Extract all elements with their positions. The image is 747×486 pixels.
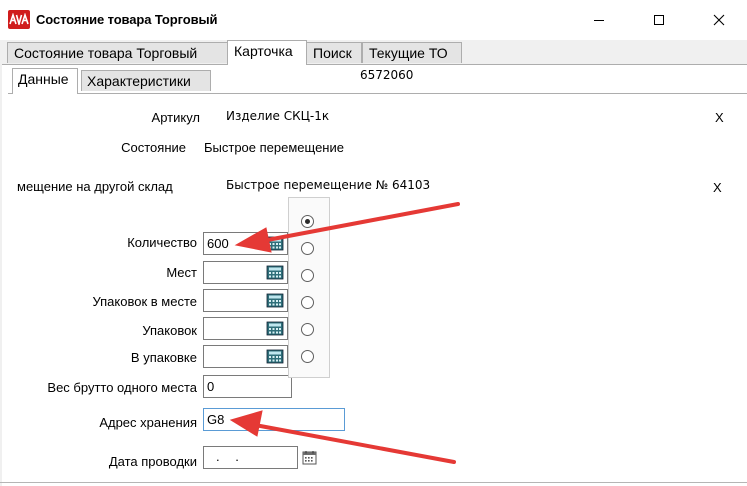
radio-option-3[interactable] <box>301 269 314 282</box>
radio-option-4[interactable] <box>301 296 314 309</box>
storage-address-value: G8 <box>207 412 225 427</box>
gross-weight-label: Вес брутто одного места <box>47 380 197 395</box>
calculator-icon[interactable] <box>266 293 284 308</box>
maximize-button[interactable] <box>636 0 682 40</box>
in-pack-field[interactable] <box>203 345 288 368</box>
radio-option-1[interactable] <box>301 215 314 228</box>
storage-address-field[interactable]: G8 <box>203 408 345 431</box>
minimize-button[interactable] <box>576 0 622 40</box>
gross-weight-value: 0 <box>207 379 215 394</box>
radio-option-5[interactable] <box>301 323 314 336</box>
posting-date-label: Дата проводки <box>108 454 197 469</box>
quantity-label: Количество <box>127 235 197 250</box>
calculator-icon[interactable] <box>266 265 284 280</box>
article-value: Изделие СКЦ-1к <box>226 109 330 123</box>
product-code: 6572060 <box>357 68 432 92</box>
subtab-data[interactable]: Данные <box>12 68 78 94</box>
app-logo-icon <box>8 10 30 29</box>
article-label: Артикул <box>151 110 200 125</box>
close-icon <box>713 14 725 26</box>
title-bar: Состояние товара Торговый <box>0 0 747 40</box>
subtab-divider <box>8 93 747 94</box>
close-button[interactable] <box>696 0 742 40</box>
window-title: Состояние товара Торговый <box>36 12 218 27</box>
storage-address-label: Адрес хранения <box>99 415 197 430</box>
places-label: Мест <box>166 265 197 280</box>
move-to-warehouse-label: мещение на другой склад <box>17 179 173 194</box>
tab-current-to[interactable]: Текущие ТО <box>362 42 462 63</box>
posting-date-field[interactable]: . . <box>203 446 298 469</box>
calculator-icon[interactable] <box>266 236 284 251</box>
article-clear-button[interactable]: X <box>715 110 724 125</box>
radio-option-6[interactable] <box>301 350 314 363</box>
calendar-icon[interactable] <box>302 450 317 465</box>
bottom-divider <box>0 482 747 483</box>
quantity-value: 600 <box>207 236 229 251</box>
radio-group <box>288 197 330 378</box>
tab-product-state[interactable]: Состояние товара Торговый <box>7 42 228 63</box>
packs-field[interactable] <box>203 317 288 340</box>
calculator-icon[interactable] <box>266 321 284 336</box>
quantity-field[interactable]: 600 <box>203 232 288 255</box>
packs-in-place-label: Упаковок в месте <box>92 294 197 309</box>
move-to-warehouse-value: Быстрое перемещение № 64103 <box>226 178 431 192</box>
packs-label: Упаковок <box>142 323 197 338</box>
tab-search[interactable]: Поиск <box>306 42 362 63</box>
tab-card[interactable]: Карточка <box>227 40 307 65</box>
minimize-icon <box>594 20 604 21</box>
in-pack-label: В упаковке <box>130 350 197 365</box>
move-clear-button[interactable]: X <box>713 180 722 195</box>
state-value: Быстрое перемещение <box>204 140 344 155</box>
main-tab-row: Состояние товара Торговый Карточка Поиск… <box>0 40 747 65</box>
subtab-characteristics[interactable]: Характеристики <box>81 70 211 91</box>
state-label: Состояние <box>121 140 186 155</box>
maximize-icon <box>654 15 664 25</box>
places-field[interactable] <box>203 261 288 284</box>
radio-option-2[interactable] <box>301 242 314 255</box>
calculator-icon[interactable] <box>266 349 284 364</box>
packs-in-place-field[interactable] <box>203 289 288 312</box>
posting-date-value: . . <box>216 449 245 464</box>
gross-weight-field[interactable]: 0 <box>203 375 292 398</box>
